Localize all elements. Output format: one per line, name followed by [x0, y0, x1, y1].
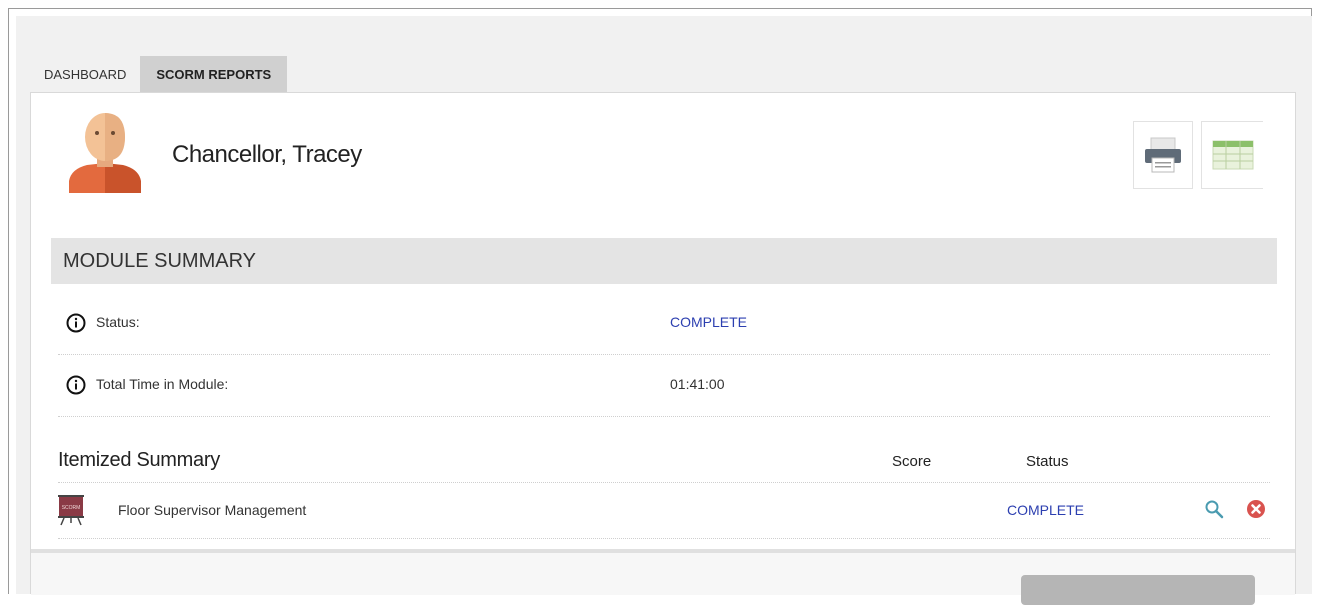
tab-dashboard[interactable]: DASHBOARD: [30, 56, 140, 92]
summary-row-status: Status: COMPLETE: [58, 293, 1270, 355]
module-summary-heading: MODULE SUMMARY: [51, 238, 1277, 284]
user-avatar-icon: [69, 113, 141, 193]
tab-bar: DASHBOARD SCORM REPORTS: [30, 56, 288, 92]
column-header-status: Status: [1026, 453, 1069, 470]
printer-icon: [1145, 137, 1181, 173]
itemized-summary-header: Itemized Summary Score Status: [58, 435, 1270, 483]
item-name[interactable]: Floor Supervisor Management: [118, 502, 306, 518]
summary-label: Status:: [96, 314, 140, 330]
info-icon[interactable]: [66, 313, 86, 333]
summary-label: Total Time in Module:: [96, 376, 229, 392]
tab-scorm-reports[interactable]: SCORM REPORTS: [140, 56, 288, 92]
itemized-row: SCORM Floor Supervisor Management COMPLE…: [58, 483, 1270, 539]
item-status: COMPLETE: [1007, 502, 1085, 518]
summary-value-time: 01:41:00: [670, 376, 725, 392]
print-button[interactable]: [1133, 121, 1193, 189]
search-icon[interactable]: [1204, 499, 1224, 519]
info-icon[interactable]: [66, 375, 86, 395]
report-panel: Chancellor, Tracey MODULE SUMMARY Status…: [30, 92, 1296, 605]
summary-row-total-time: Total Time in Module: 01:41:00: [58, 355, 1270, 417]
close-icon[interactable]: [1246, 499, 1266, 519]
spreadsheet-icon: [1212, 140, 1253, 170]
footer-action-button[interactable]: [1021, 575, 1255, 605]
scorm-icon-label: SCORM: [62, 505, 81, 511]
summary-value-status: COMPLETE: [670, 314, 748, 330]
itemized-summary-title: Itemized Summary: [58, 449, 220, 471]
column-header-score: Score: [892, 453, 932, 470]
scorm-presentation-icon: SCORM: [58, 495, 84, 526]
user-name: Chancellor, Tracey: [172, 141, 362, 168]
export-spreadsheet-button[interactable]: [1201, 121, 1263, 189]
